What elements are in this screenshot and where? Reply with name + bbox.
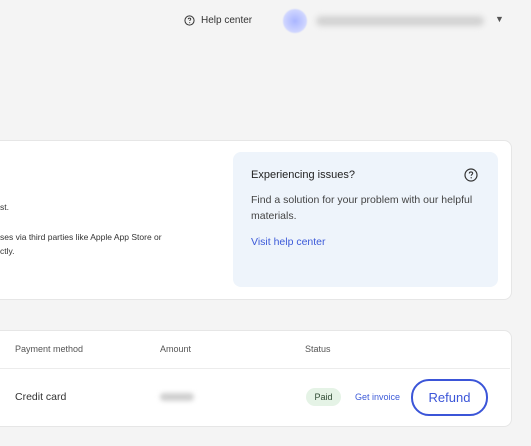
refund-button-label: Refund: [428, 390, 471, 405]
column-header-payment-method: Payment method: [15, 344, 84, 354]
table-divider: [0, 368, 510, 369]
info-text-fragment: ctly.: [0, 246, 15, 256]
question-circle-icon: [464, 168, 478, 182]
chevron-down-icon[interactable]: ▼: [495, 14, 504, 24]
visit-help-center-link[interactable]: Visit help center: [251, 236, 326, 248]
issues-panel: Experiencing issues? Find a solution for…: [233, 152, 498, 287]
column-header-status: Status: [305, 344, 331, 354]
account-email-redacted[interactable]: [316, 16, 484, 26]
status-badge: Paid: [306, 388, 341, 406]
refund-button[interactable]: Refund: [411, 379, 488, 416]
help-center-label: Help center: [201, 15, 253, 26]
column-header-amount: Amount: [160, 344, 192, 354]
amount-redacted: [160, 393, 194, 401]
top-bar: Help center ▼: [0, 0, 531, 44]
issues-title: Experiencing issues?: [251, 169, 355, 181]
avatar[interactable]: [283, 9, 307, 33]
help-center-link[interactable]: Help center: [184, 15, 252, 26]
payment-method-cell: Credit card: [15, 391, 67, 403]
status-badge-label: Paid: [314, 392, 333, 402]
info-text-fragment: st.: [0, 202, 9, 212]
get-invoice-link[interactable]: Get invoice: [355, 392, 400, 402]
question-circle-icon: [184, 15, 195, 26]
info-text-fragment: ses via third parties like Apple App Sto…: [0, 232, 162, 242]
issues-description: Find a solution for your problem with ou…: [251, 194, 473, 222]
